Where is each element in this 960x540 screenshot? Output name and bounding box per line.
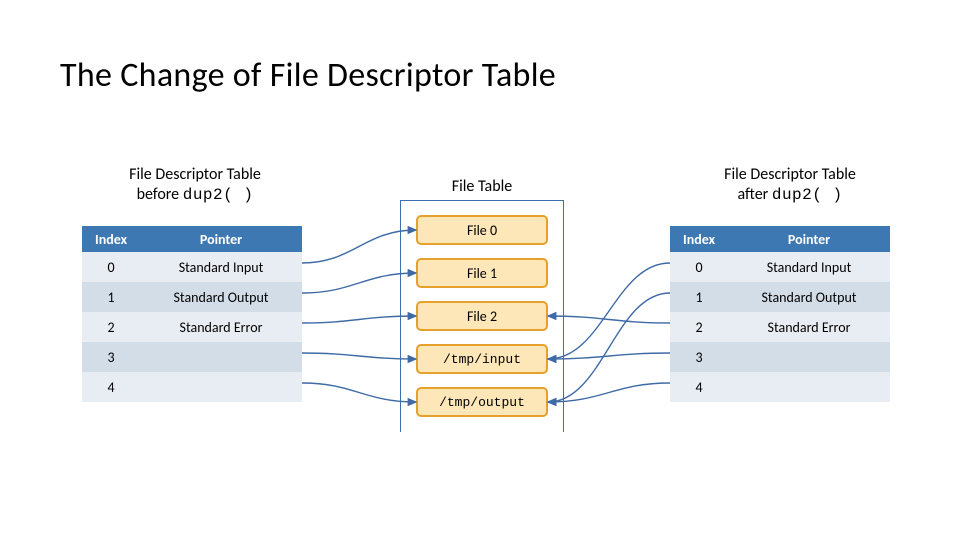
table-row: 3	[82, 342, 302, 372]
caption-left-line1: File Descriptor Table	[129, 165, 261, 184]
file-box: File 2	[416, 301, 548, 331]
header-index: Index	[82, 226, 140, 252]
table-row: 2Standard Error	[670, 312, 890, 342]
caption-left: File Descriptor Table before dup2( )	[85, 165, 305, 205]
caption-mid: File Table	[432, 177, 532, 197]
file-box: File 0	[416, 215, 548, 245]
header-index: Index	[670, 226, 728, 252]
file-box: /tmp/input	[416, 344, 548, 374]
table-row: 2Standard Error	[82, 312, 302, 342]
caption-right-fn: dup2( )	[772, 186, 843, 204]
fd-table-after: Index Pointer 0Standard Input 1Standard …	[670, 226, 890, 402]
caption-right: File Descriptor Table after dup2( )	[680, 165, 900, 205]
caption-left-fn: dup2( )	[183, 186, 254, 204]
fd-table-before: Index Pointer 0Standard Input 1Standard …	[82, 226, 302, 402]
table-row: 3	[670, 342, 890, 372]
caption-right-prefix: after	[737, 185, 771, 204]
table-row: 0Standard Input	[82, 252, 302, 282]
file-box: /tmp/output	[416, 387, 548, 417]
caption-left-prefix: before	[137, 185, 183, 204]
table-row: 0Standard Input	[670, 252, 890, 282]
header-pointer: Pointer	[728, 226, 890, 252]
table-row: 1Standard Output	[670, 282, 890, 312]
caption-right-line1: File Descriptor Table	[724, 165, 856, 184]
table-row: 1Standard Output	[82, 282, 302, 312]
header-pointer: Pointer	[140, 226, 302, 252]
table-row: 4	[82, 372, 302, 402]
file-box: File 1	[416, 258, 548, 288]
page-title: The Change of File Descriptor Table	[60, 55, 556, 96]
table-row: 4	[670, 372, 890, 402]
